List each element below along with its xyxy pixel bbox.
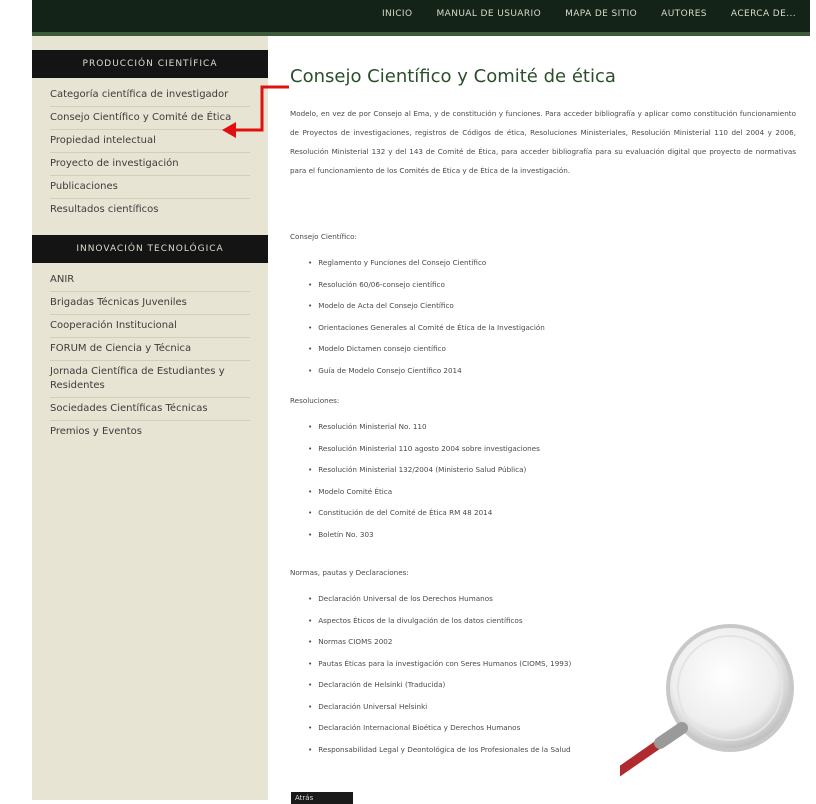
bullet-icon: • [308, 701, 313, 711]
list-item[interactable]: • Resolución Ministerial 132/2004 (Minist… [308, 459, 540, 481]
list-item[interactable]: • Boletín No. 303 [308, 524, 540, 546]
bullet-icon: • [308, 486, 313, 496]
list-item[interactable]: • Modelo Dictamen consejo científico [308, 338, 545, 360]
link-text[interactable]: Resolución Ministerial No. 110 [318, 422, 426, 431]
nav-autores[interactable]: AUTORES [661, 9, 707, 19]
list-item[interactable]: • Declaración Universal de los Derechos H… [308, 588, 571, 610]
bullet-icon: • [308, 322, 313, 332]
bullet-icon: • [308, 615, 313, 625]
list-normas: • Declaración Universal de los Derechos H… [308, 588, 571, 760]
link-text[interactable]: Guía de Modelo Consejo Científico 2014 [318, 366, 461, 375]
list-item[interactable]: • Declaración de Helsinki (Traducida) [308, 674, 571, 696]
nav-mapa-sitio[interactable]: MAPA DE SITIO [565, 9, 637, 19]
sidebar-item-categoria[interactable]: Categoría científica de investigador [50, 84, 250, 107]
link-text[interactable]: Reglamento y Funciones del Consejo Cient… [318, 258, 486, 267]
link-text[interactable]: Resolución Ministerial 132/2004 (Ministe… [318, 465, 526, 474]
bullet-icon: • [308, 637, 313, 646]
bullet-icon: • [308, 508, 313, 517]
bullet-icon: • [308, 744, 313, 754]
section-label-consejo: Consejo Científico: [290, 232, 357, 241]
list-item[interactable]: • Resolución 60/06-consejo científico [308, 274, 545, 296]
sidebar-item-sociedades[interactable]: Sociedades Científicas Técnicas [50, 398, 250, 421]
list-item[interactable]: • Responsabilidad Legal y Deontológica de… [308, 739, 571, 761]
sidebar-item-forum[interactable]: FORUM de Ciencia y Técnica [50, 338, 250, 361]
bullet-icon: • [308, 279, 313, 289]
link-text[interactable]: Resolución 60/06-consejo científico [318, 280, 445, 289]
link-text[interactable]: Constitución de del Comité de Ética RM 4… [318, 508, 492, 517]
sidebar-item-premios[interactable]: Premios y Eventos [50, 421, 250, 443]
sidebar-item-anir[interactable]: ANIR [50, 269, 250, 292]
sidebar-item-proyecto[interactable]: Proyecto de investigación [50, 153, 250, 176]
sidebar-list-innovacion: ANIR Brigadas Técnicas Juveniles Coopera… [50, 269, 250, 443]
bullet-icon: • [308, 443, 313, 453]
bullet-icon: • [308, 344, 313, 353]
bullet-icon: • [308, 365, 313, 375]
sidebar-item-propiedad[interactable]: Propiedad intelectual [50, 130, 250, 153]
link-text[interactable]: Responsabilidad Legal y Deontológica de … [318, 745, 570, 754]
list-item[interactable]: • Resolución Ministerial 110 agosto 2004 … [308, 438, 540, 460]
link-text[interactable]: Declaración de Helsinki (Traducida) [318, 680, 445, 689]
intro-paragraph: Modelo, en vez de por Consejo al Ema, y … [290, 109, 796, 175]
sidebar-list-produccion: Categoría científica de investigador Con… [50, 84, 250, 221]
sidebar: PRODUCCIÓN CIENTÍFICA Categoría científi… [32, 36, 268, 800]
bullet-icon: • [308, 422, 313, 431]
list-item[interactable]: • Constitución de del Comité de Ética RM … [308, 502, 540, 524]
list-item[interactable]: • Modelo de Acta del Consejo Científico [308, 295, 545, 317]
bullet-icon: • [308, 465, 313, 474]
link-text[interactable]: Boletín No. 303 [318, 530, 373, 539]
list-item[interactable]: • Aspectos Éticos de la divulgación de lo… [308, 610, 571, 632]
top-navigation-bar: INICIO MANUAL DE USUARIO MAPA DE SITIO A… [32, 0, 810, 36]
list-consejo: • Reglamento y Funciones del Consejo Cien… [308, 252, 545, 381]
page-title: Consejo Científico y Comité de ética [290, 66, 616, 87]
sidebar-item-consejo-comite[interactable]: Consejo Científico y Comité de Ética [50, 107, 250, 130]
bullet-icon: • [308, 680, 313, 689]
link-text[interactable]: Declaración Universal de los Derechos Hu… [318, 594, 493, 603]
link-text[interactable]: Declaración Internacional Bioética y Der… [318, 723, 520, 732]
sidebar-item-publicaciones[interactable]: Publicaciones [50, 176, 250, 199]
link-text[interactable]: Normas CIOMS 2002 [318, 637, 392, 646]
list-item[interactable]: • Declaración Internacional Bioética y De… [308, 717, 571, 739]
bullet-icon: • [308, 658, 313, 668]
link-text[interactable]: Orientaciones Generales al Comité de Éti… [318, 323, 545, 332]
magnifier-decoration-icon [620, 624, 794, 777]
list-item[interactable]: • Guía de Modelo Consejo Científico 2014 [308, 360, 545, 382]
sidebar-item-cooperacion[interactable]: Cooperación Institucional [50, 315, 250, 338]
top-nav-links: INICIO MANUAL DE USUARIO MAPA DE SITIO A… [382, 9, 796, 19]
list-item[interactable]: • Resolución Ministerial No. 110 [308, 416, 540, 438]
link-text[interactable]: Declaración Universal Helsinki [318, 702, 427, 711]
link-text[interactable]: Pautas Éticas para la investigación con … [318, 659, 571, 668]
back-button[interactable]: Atrás [291, 792, 353, 804]
bullet-icon: • [308, 529, 313, 539]
link-text[interactable]: Modelo Comité Ética [318, 487, 392, 496]
bullet-icon: • [308, 723, 313, 732]
list-item[interactable]: • Declaración Universal Helsinki [308, 696, 571, 718]
link-text[interactable]: Aspectos Éticos de la divulgación de los… [318, 616, 522, 625]
link-text[interactable]: Resolución Ministerial 110 agosto 2004 s… [318, 444, 540, 453]
nav-manual-usuario[interactable]: MANUAL DE USUARIO [436, 9, 541, 19]
sidebar-heading-produccion: PRODUCCIÓN CIENTÍFICA [32, 50, 268, 78]
bullet-icon: • [308, 258, 313, 267]
sidebar-heading-innovacion: INNOVACIÓN TECNOLÓGICA [32, 235, 268, 263]
list-item[interactable]: • Reglamento y Funciones del Consejo Cien… [308, 252, 545, 274]
nav-acerca-de[interactable]: ACERCA DE... [731, 9, 796, 19]
sidebar-item-resultados[interactable]: Resultados científicos [50, 199, 250, 221]
bullet-icon: • [308, 594, 313, 603]
section-label-normas: Normas, pautas y Declaraciones: [290, 568, 409, 577]
link-text[interactable]: Modelo Dictamen consejo científico [318, 344, 446, 353]
list-item[interactable]: • Pautas Éticas para la investigación con… [308, 653, 571, 675]
nav-inicio[interactable]: INICIO [382, 9, 412, 19]
link-text[interactable]: Modelo de Acta del Consejo Científico [318, 301, 454, 310]
list-item[interactable]: • Modelo Comité Ética [308, 481, 540, 503]
list-resoluciones: • Resolución Ministerial No. 110 • Resoluc… [308, 416, 540, 545]
list-item[interactable]: • Normas CIOMS 2002 [308, 631, 571, 653]
bullet-icon: • [308, 301, 313, 310]
section-label-resoluciones: Resoluciones: [290, 396, 340, 405]
sidebar-item-jornada[interactable]: Jornada Científica de Estudiantes y Resi… [50, 361, 250, 398]
sidebar-item-brigadas[interactable]: Brigadas Técnicas Juveniles [50, 292, 250, 315]
list-item[interactable]: • Orientaciones Generales al Comité de Ét… [308, 317, 545, 339]
